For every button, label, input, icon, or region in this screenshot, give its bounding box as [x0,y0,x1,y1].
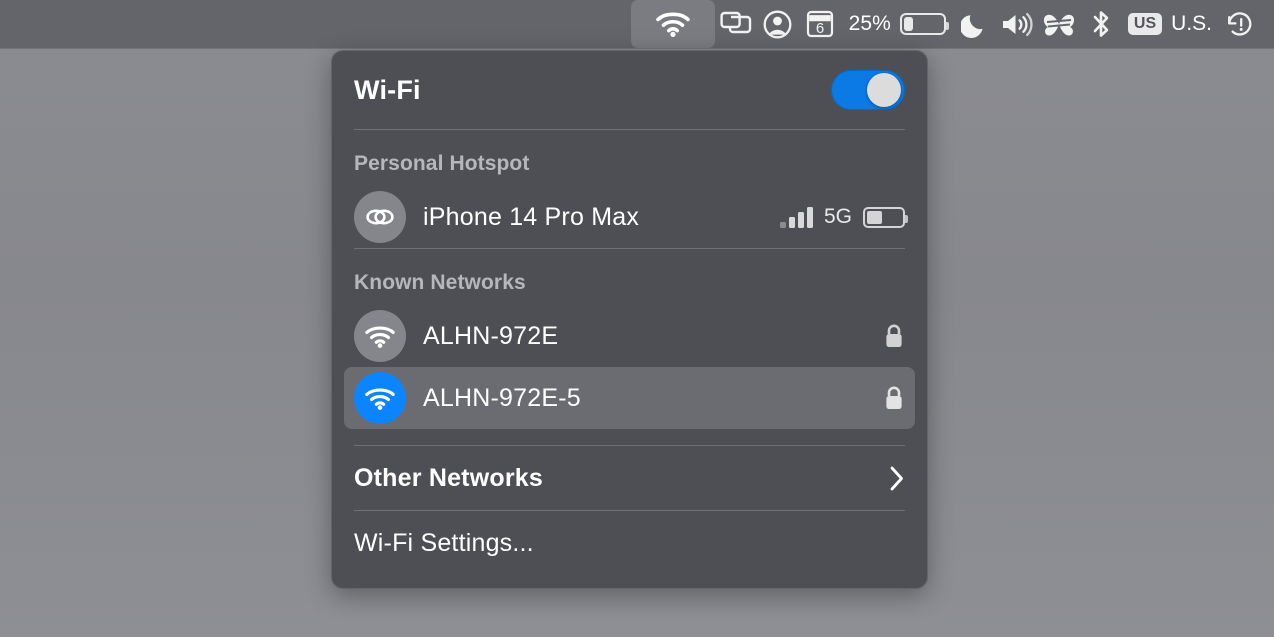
butterfly-icon[interactable] [1038,0,1080,48]
bluetooth-icon[interactable] [1080,0,1122,48]
wifi-toggle-knob [867,73,901,107]
user-account-icon[interactable] [757,0,799,48]
keyboard-badge: US [1127,12,1163,36]
menu-bar: 6 25% US U.S. [0,0,1274,48]
wifi-icon[interactable] [630,0,715,48]
network-type-label: 5G [823,205,852,228]
keyboard-label: U.S. [1171,12,1212,35]
calendar-day-number: 6 [815,20,823,37]
wifi-icon [354,310,406,362]
hotspot-link-icon [354,191,406,243]
known-networks-section-label: Known Networks [354,271,526,294]
battery-icon [899,13,949,35]
screen-mirroring-icon[interactable] [715,0,757,48]
lock-icon [883,323,905,350]
page-title: Wi-Fi [354,74,421,105]
network-ssid: ALHN-972E-5 [423,383,581,412]
wifi-toggle-row: Wi-Fi [354,51,905,129]
battery-percent-label: 25% [848,12,891,35]
wifi-settings-item[interactable]: Wi-Fi Settings... [354,511,905,575]
moon-icon[interactable] [954,0,996,48]
hotspot-device-name: iPhone 14 Pro Max [423,202,640,231]
network-row-alhn-972e[interactable]: ALHN-972E [344,305,915,367]
calendar-icon[interactable]: 6 [799,0,841,48]
signal-strength-icon [779,206,813,228]
hotspot-battery-icon [863,206,908,228]
wifi-settings-label: Wi-Fi Settings... [354,528,534,557]
wifi-menu-panel: Wi-Fi Personal Hotspot iPhone 14 Pro Max… [331,50,928,589]
update-alert-icon[interactable] [1218,0,1260,48]
other-networks-label: Other Networks [354,463,543,492]
chevron-right-icon [889,465,905,492]
lock-icon [883,385,905,412]
network-ssid: ALHN-972E [423,321,559,350]
network-row-alhn-972e-5[interactable]: ALHN-972E-5 [344,367,915,429]
battery-fill [903,17,914,31]
hotspot-status-group: 5G [779,205,908,229]
other-networks-item[interactable]: Other Networks [354,446,905,510]
wifi-toggle-switch[interactable] [831,70,905,110]
keyboard-input-menu[interactable]: US U.S. [1122,0,1218,48]
hotspot-device-row[interactable]: iPhone 14 Pro Max 5G [344,186,915,248]
menu-bar-battery[interactable]: 25% [841,0,954,48]
speaker-icon[interactable] [996,0,1038,48]
menu-bar-wifi-button[interactable] [630,0,715,48]
personal-hotspot-section-label: Personal Hotspot [354,152,530,175]
wifi-icon [354,372,406,424]
